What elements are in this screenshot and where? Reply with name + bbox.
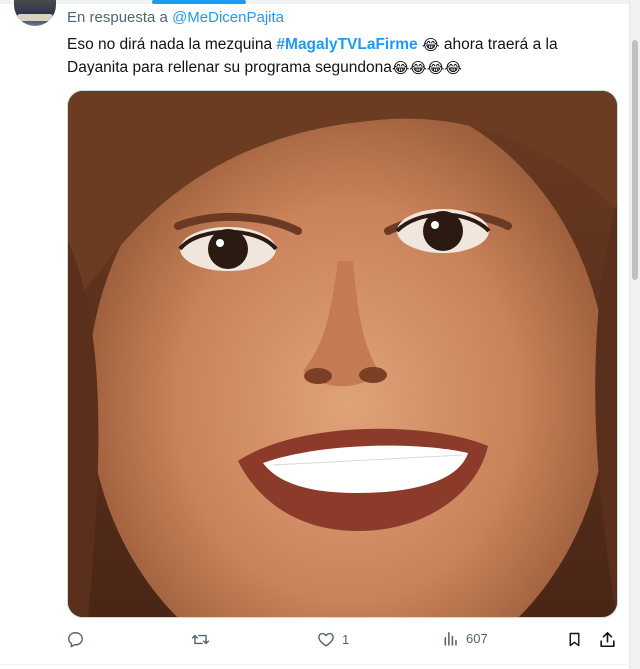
reply-context: En respuesta a @MeDicenPajita [67,9,284,26]
active-tab-indicator [152,0,246,4]
views-button[interactable]: 607 [442,630,488,647]
bottom-divider [0,664,630,665]
scrollbar[interactable] [629,0,640,669]
retweet-icon [191,634,210,645]
bookmark-button[interactable] [566,630,583,649]
share-button[interactable] [598,630,617,649]
tweet-actions: 1 607 [0,626,640,658]
scrollbar-thumb[interactable] [632,40,638,280]
avatar[interactable] [14,0,56,26]
tweet-text: Eso no dirá nada la mezquina #MagalyTVLa… [67,33,607,79]
reply-button[interactable] [66,630,91,649]
face-photo [68,91,617,617]
reply-icon [68,632,83,648]
laughing-emoji: 😂 [422,37,440,54]
retweet-button[interactable] [190,630,217,649]
avatar-banner [17,14,53,21]
like-button[interactable]: 1 [316,630,349,649]
like-count: 1 [342,632,350,647]
share-icon [600,631,615,648]
views-icon [444,632,457,646]
views-count: 607 [466,631,488,646]
top-divider [0,0,640,4]
bookmark-icon [569,632,580,647]
laughing-emoji-group: 😂😂😂😂 [391,60,462,77]
tweet-text-part-1: Eso no dirá nada la mezquina [67,36,273,53]
hashtag-link[interactable]: #MagalyTVLaFirme [276,36,417,53]
tweet-photo[interactable] [67,90,618,618]
reply-mention-link[interactable]: @MeDicenPajita [172,9,284,26]
reply-prefix: En respuesta a [67,9,168,26]
like-icon [318,632,334,647]
